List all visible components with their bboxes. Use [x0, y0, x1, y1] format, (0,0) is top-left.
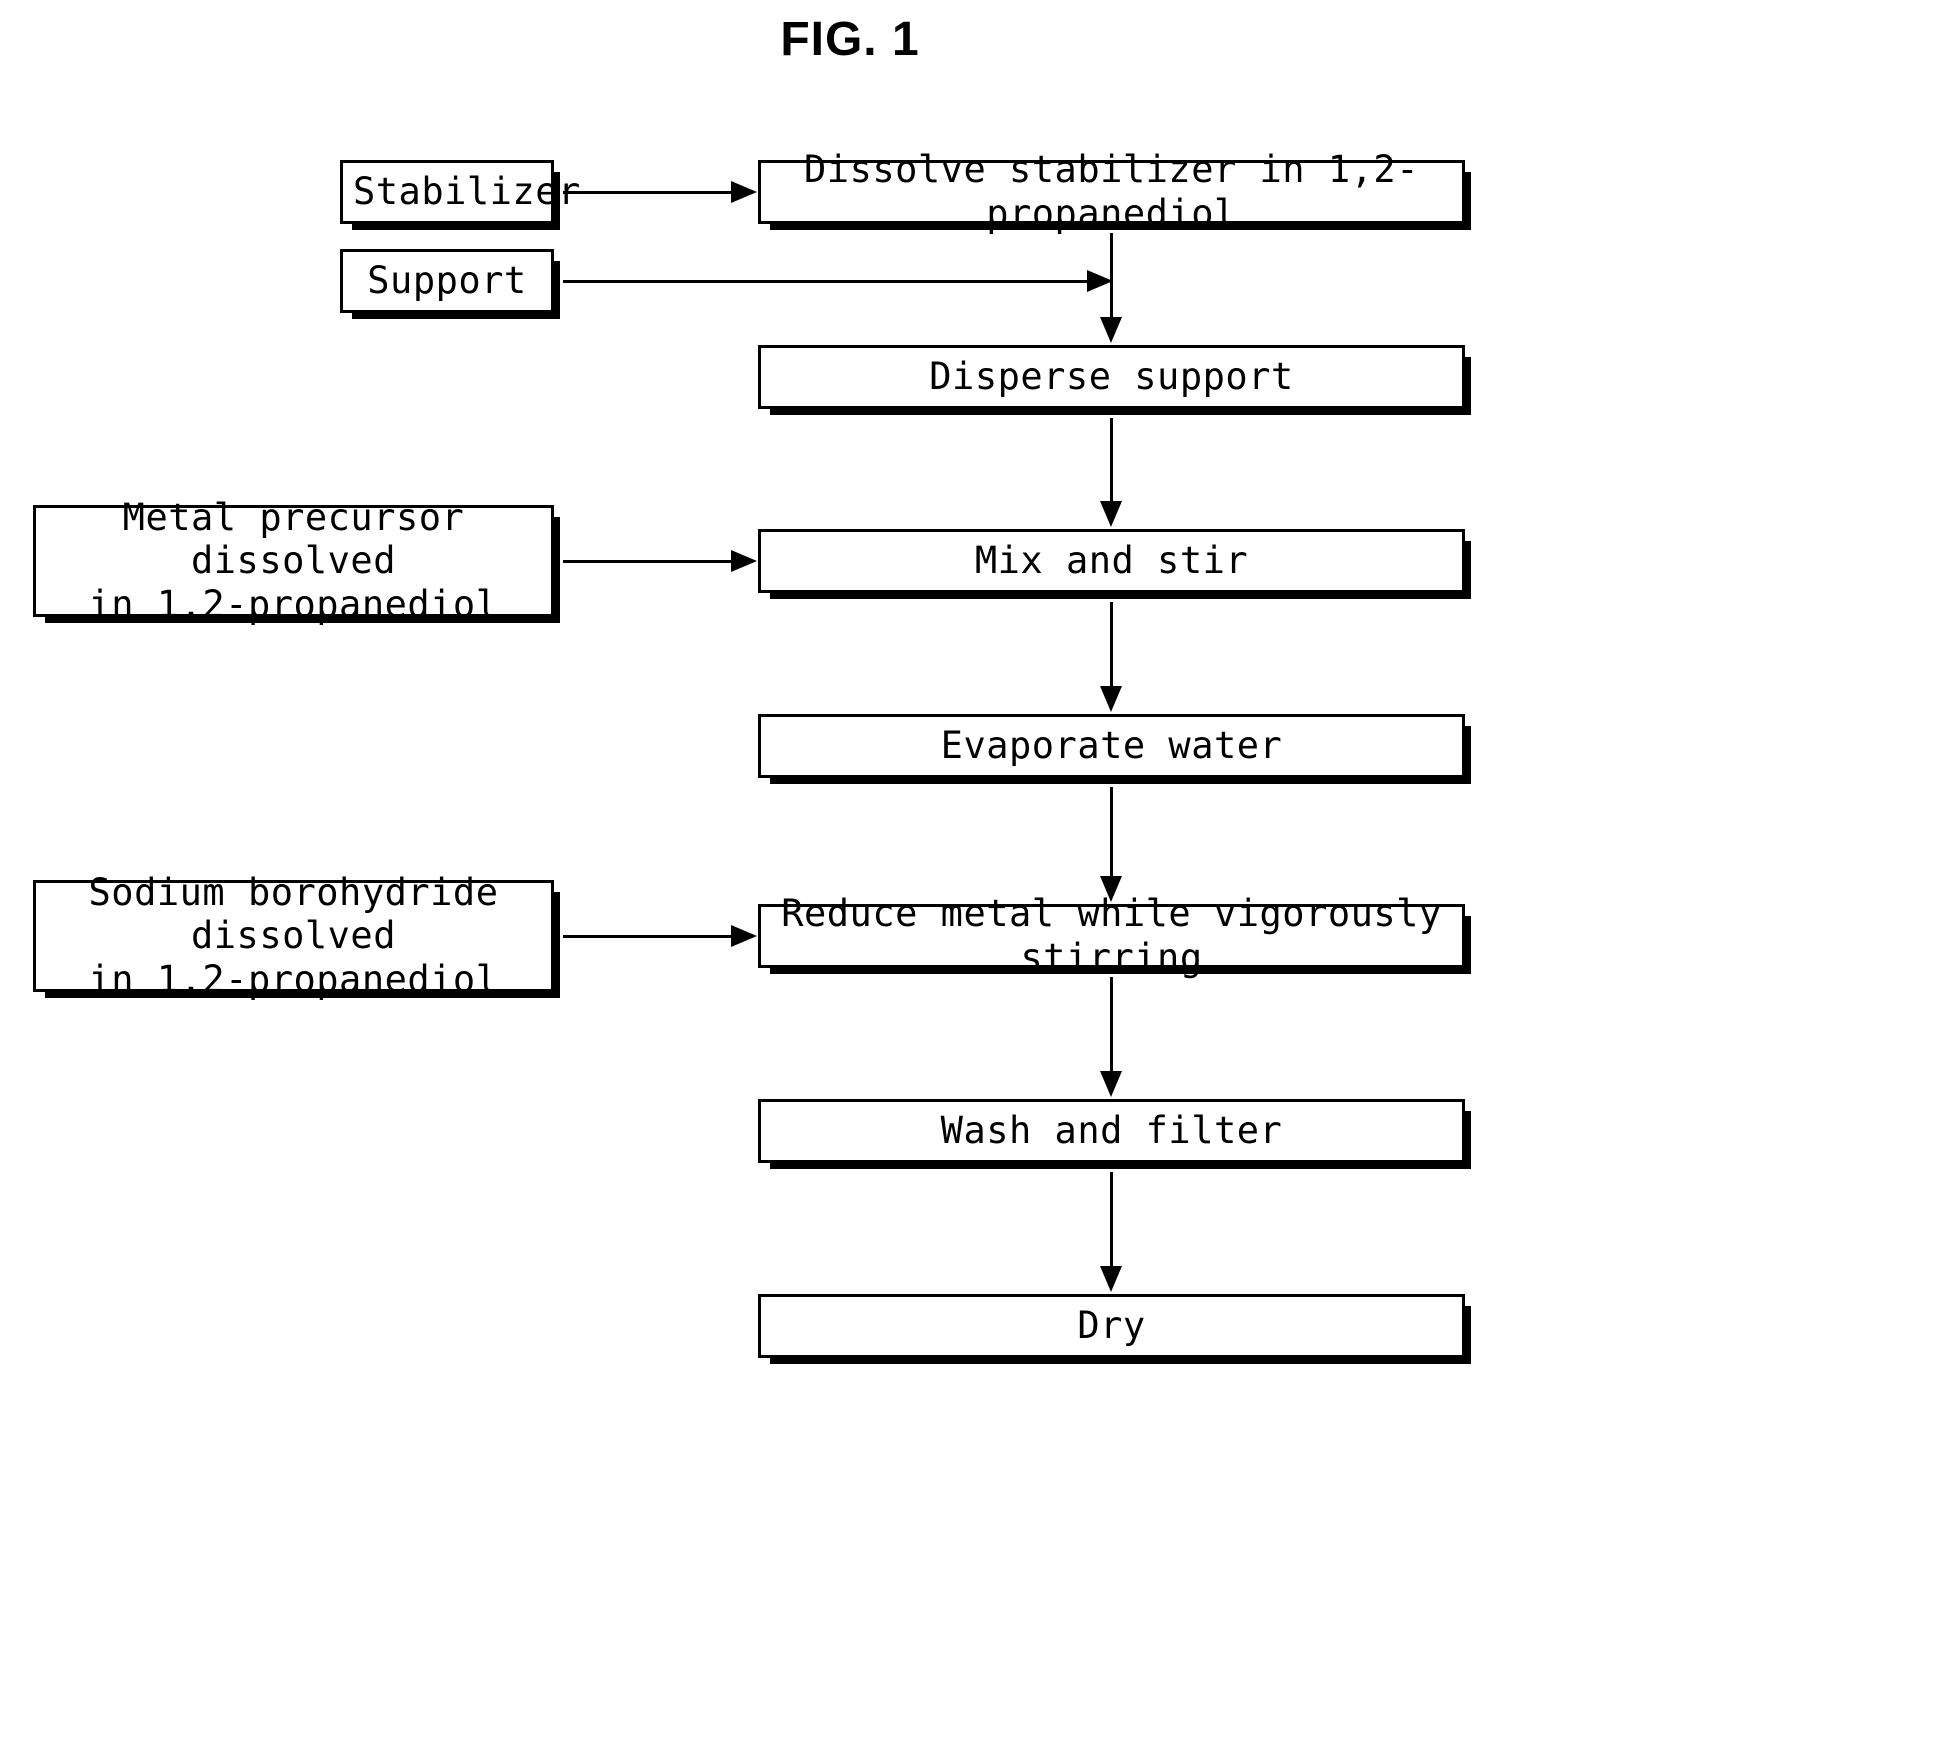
edge-support-to-disperse [563, 280, 1093, 283]
node-wash-and-filter-label: Wash and filter [940, 1109, 1283, 1153]
edge-reduce-to-wash-arrow [1100, 1071, 1122, 1097]
edge-dissolve-to-disperse-lower [1110, 280, 1113, 319]
node-evaporate-water[interactable]: Evaporate water [758, 714, 1471, 784]
node-reduce-metal-label: Reduce metal while vigorously stirring [781, 892, 1442, 979]
node-disperse-support-label: Disperse support [929, 355, 1294, 399]
node-stabilizer[interactable]: Stabilizer [340, 160, 581, 230]
edge-stabilizer-to-dissolve [563, 191, 733, 194]
node-dry-label: Dry [1077, 1304, 1146, 1348]
node-stabilizer-label: Stabilizer [353, 170, 581, 214]
node-metal-precursor-label: Metal precursor dissolved in 1,2-propane… [88, 495, 499, 626]
edge-borohydride-to-reduce [563, 935, 733, 938]
node-mix-and-stir[interactable]: Mix and stir [758, 529, 1471, 599]
edge-mix-to-evaporate-arrow [1100, 686, 1122, 712]
edge-metal-precursor-to-mix [563, 560, 733, 563]
node-wash-and-filter[interactable]: Wash and filter [758, 1099, 1471, 1169]
node-reduce-metal[interactable]: Reduce metal while vigorously stirring [758, 892, 1471, 979]
edge-wash-to-dry-arrow [1100, 1266, 1122, 1292]
edge-stabilizer-to-dissolve-arrow [731, 181, 757, 203]
figure-title: FIG. 1 [780, 13, 920, 66]
edge-wash-to-dry [1110, 1172, 1113, 1267]
edge-dissolve-to-disperse-arrow [1100, 317, 1122, 343]
node-support-label: Support [367, 259, 527, 303]
node-sodium-borohydride[interactable]: Sodium borohydride dissolved in 1,2-prop… [33, 871, 560, 1001]
node-dissolve-stabilizer[interactable]: Dissolve stabilizer in 1,2-propanediol [758, 148, 1471, 235]
node-disperse-support[interactable]: Disperse support [758, 345, 1471, 415]
edge-mix-to-evaporate [1110, 602, 1113, 687]
node-sodium-borohydride-label: Sodium borohydride dissolved in 1,2-prop… [88, 870, 499, 1001]
edge-reduce-to-wash [1110, 977, 1113, 1072]
node-support[interactable]: Support [340, 249, 560, 319]
figure-canvas: FIG. 1 Stabilizer Support Metal precurso… [0, 0, 1945, 1756]
node-mix-and-stir-label: Mix and stir [974, 539, 1249, 583]
edge-evaporate-to-reduce [1110, 787, 1113, 877]
edge-disperse-to-mix [1110, 418, 1113, 503]
edge-metal-precursor-to-mix-arrow [731, 550, 757, 572]
node-dissolve-stabilizer-label: Dissolve stabilizer in 1,2-propanediol [804, 148, 1419, 235]
edge-borohydride-to-reduce-arrow [731, 925, 757, 947]
node-dry[interactable]: Dry [758, 1294, 1471, 1364]
node-metal-precursor[interactable]: Metal precursor dissolved in 1,2-propane… [33, 496, 560, 626]
edge-disperse-to-mix-arrow [1100, 501, 1122, 527]
node-evaporate-water-label: Evaporate water [940, 724, 1283, 768]
